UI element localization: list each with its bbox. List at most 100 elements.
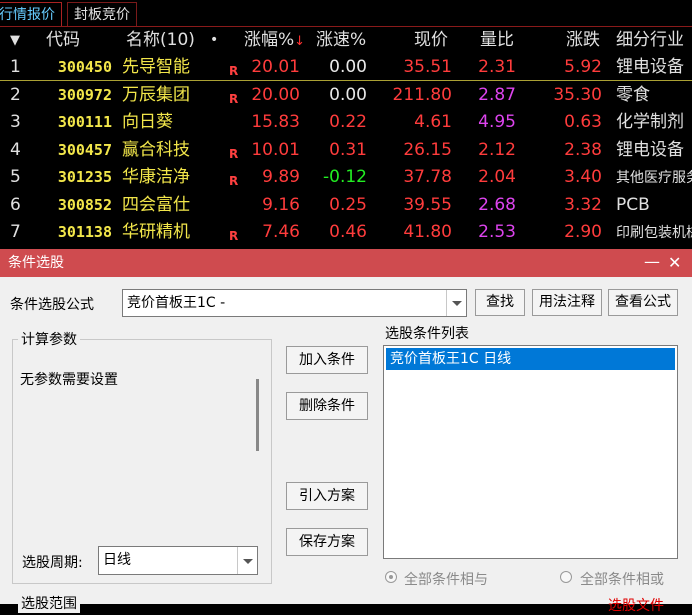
stock-code: 301235 xyxy=(57,168,112,186)
condition-list[interactable]: 竞价首板王1C 日线 xyxy=(383,345,678,559)
stock-name: 赢合科技 xyxy=(122,139,190,160)
industry-value: 锂电设备 xyxy=(616,139,684,160)
row-number: 5 xyxy=(10,167,21,187)
close-icon[interactable]: ✕ xyxy=(668,249,681,277)
change-value: 35.30 xyxy=(553,84,602,105)
selected-row-line xyxy=(0,80,692,81)
formula-value: 竞价首板王1C - xyxy=(127,295,226,311)
period-value: 日线 xyxy=(103,552,131,568)
change-value: 2.90 xyxy=(564,222,602,242)
speed-pct-value: 0.31 xyxy=(329,139,367,160)
col-volume-ratio[interactable]: 量比 xyxy=(480,27,514,54)
delete-condition-button[interactable]: 删除条件 xyxy=(286,392,368,420)
import-scheme-button[interactable]: 引入方案 xyxy=(286,482,368,510)
row-number: 2 xyxy=(10,84,21,105)
change-pct-value: 9.16 xyxy=(262,194,300,215)
chevron-down-icon[interactable] xyxy=(237,547,257,574)
tab-quote[interactable]: 行情报价 xyxy=(0,2,62,26)
volume-ratio-value: 2.31 xyxy=(478,57,516,77)
change-pct-value: 9.89 xyxy=(262,167,300,187)
speed-pct-value: 0.46 xyxy=(329,222,367,242)
find-button[interactable]: 查找 xyxy=(475,289,525,316)
table-row[interactable]: 6 300852 四会富仕 9.16 0.25 39.55 2.68 3.32 PCB xyxy=(0,192,692,219)
volume-ratio-value: 2.12 xyxy=(478,139,516,160)
condition-select-dialog: 条件选股 — ✕ 条件选股公式 竞价首板王1C - 查找 用法注释 查看公式 计… xyxy=(0,249,692,614)
stock-name: 先导智能 xyxy=(122,57,190,77)
col-name[interactable]: 名称(10) xyxy=(126,27,195,54)
period-label: 选股周期: xyxy=(22,555,83,571)
dialog-titlebar[interactable]: 条件选股 — ✕ xyxy=(0,249,692,277)
tab-quote-label: 行情报价 xyxy=(0,7,55,23)
volume-ratio-value: 2.87 xyxy=(478,84,516,105)
speed-pct-value: 0.00 xyxy=(329,84,367,105)
stock-code: 300111 xyxy=(57,113,112,131)
industry-value: 其他医疗服务 xyxy=(616,170,692,186)
stock-name: 华康洁净 xyxy=(122,167,190,187)
price-value: 26.15 xyxy=(403,139,452,160)
speed-pct-value: 0.25 xyxy=(329,194,367,215)
change-pct-value: 7.46 xyxy=(262,222,300,242)
table-row[interactable]: 4 300457 赢合科技 R 10.01 0.31 26.15 2.12 2.38 锂电设备 xyxy=(0,137,692,164)
industry-value: 化学制剂 xyxy=(616,112,684,132)
change-pct-value: 10.01 xyxy=(251,139,300,160)
table-row[interactable]: 1 300450 先导智能 R 20.01 0.00 35.51 2.31 5.92 锂电设备 xyxy=(0,54,692,81)
add-condition-button[interactable]: 加入条件 xyxy=(286,346,368,374)
row-number: 4 xyxy=(10,139,21,160)
stock-name: 四会富仕 xyxy=(122,194,190,215)
change-value: 5.92 xyxy=(564,57,602,77)
stock-name: 万辰集团 xyxy=(122,84,190,105)
sort-indicator-icon[interactable]: ▼ xyxy=(10,27,20,54)
params-scrollbar[interactable] xyxy=(256,379,259,451)
change-value: 3.40 xyxy=(564,167,602,187)
change-pct-value: 15.83 xyxy=(251,112,300,132)
table-row[interactable]: 7 301138 华研精机 R 7.46 0.46 41.80 2.53 2.90 印刷包装机械 xyxy=(0,219,692,246)
col-change[interactable]: 涨跌 xyxy=(566,27,600,54)
row-number: 6 xyxy=(10,194,21,215)
industry-value: 零食 xyxy=(616,84,650,105)
row-number: 7 xyxy=(10,222,21,242)
view-formula-button[interactable]: 查看公式 xyxy=(608,289,678,316)
speed-pct-value: -0.12 xyxy=(323,167,367,187)
stock-code: 300450 xyxy=(57,58,112,76)
params-text: 无参数需要设置 xyxy=(20,372,118,388)
top-tab-bar: 行情报价 封板竞价 xyxy=(0,0,692,27)
change-value: 3.32 xyxy=(564,194,602,215)
table-row[interactable]: 2 300972 万辰集团 R 20.00 0.00 211.80 2.87 35.30 零食 xyxy=(0,82,692,109)
col-change-pct[interactable]: 涨幅%↓ xyxy=(244,27,305,55)
stock-code: 301138 xyxy=(57,223,112,241)
tab-seal-bid[interactable]: 封板竞价 xyxy=(67,2,137,26)
price-value: 211.80 xyxy=(392,84,452,105)
col-price[interactable]: 现价 xyxy=(414,27,448,54)
formula-label: 条件选股公式 xyxy=(10,297,94,313)
chevron-down-icon[interactable] xyxy=(446,290,466,316)
radio-or[interactable] xyxy=(560,571,572,583)
usage-notes-button[interactable]: 用法注释 xyxy=(532,289,602,316)
speed-pct-value: 0.22 xyxy=(329,112,367,132)
minimize-icon[interactable]: — xyxy=(644,249,660,275)
range-group-title: 选股范围 xyxy=(18,593,80,613)
change-pct-value: 20.01 xyxy=(251,57,300,77)
change-value: 0.63 xyxy=(564,112,602,132)
col-speed-pct[interactable]: 涨速% xyxy=(316,27,366,54)
condition-list-item[interactable]: 竞价首板王1C 日线 xyxy=(386,348,675,370)
price-value: 35.51 xyxy=(403,57,452,77)
margin-flag-badge: R xyxy=(229,229,239,243)
stock-name: 华研精机 xyxy=(122,222,190,242)
stock-code: 300972 xyxy=(57,85,112,104)
col-code[interactable]: 代码 xyxy=(46,27,80,54)
speed-pct-value: 0.00 xyxy=(329,57,367,77)
change-value: 2.38 xyxy=(564,139,602,160)
price-value: 37.78 xyxy=(403,167,452,187)
stock-file-label: 选股文件 xyxy=(608,598,664,614)
col-industry[interactable]: 细分行业 xyxy=(616,27,684,54)
save-scheme-button[interactable]: 保存方案 xyxy=(286,528,368,556)
stock-code: 300852 xyxy=(57,195,112,214)
radio-and[interactable] xyxy=(385,571,397,583)
industry-value: 印刷包装机械 xyxy=(616,225,692,241)
row-number: 3 xyxy=(10,112,21,132)
table-row[interactable]: 5 301235 华康洁净 R 9.89 -0.12 37.78 2.04 3.40 其他医疗服务 xyxy=(0,164,692,191)
formula-select[interactable]: 竞价首板王1C - xyxy=(122,289,467,317)
period-select[interactable]: 日线 xyxy=(98,546,258,575)
table-row[interactable]: 3 300111 向日葵 15.83 0.22 4.61 4.95 0.63 化学制剂 xyxy=(0,109,692,136)
volume-ratio-value: 2.68 xyxy=(478,194,516,215)
